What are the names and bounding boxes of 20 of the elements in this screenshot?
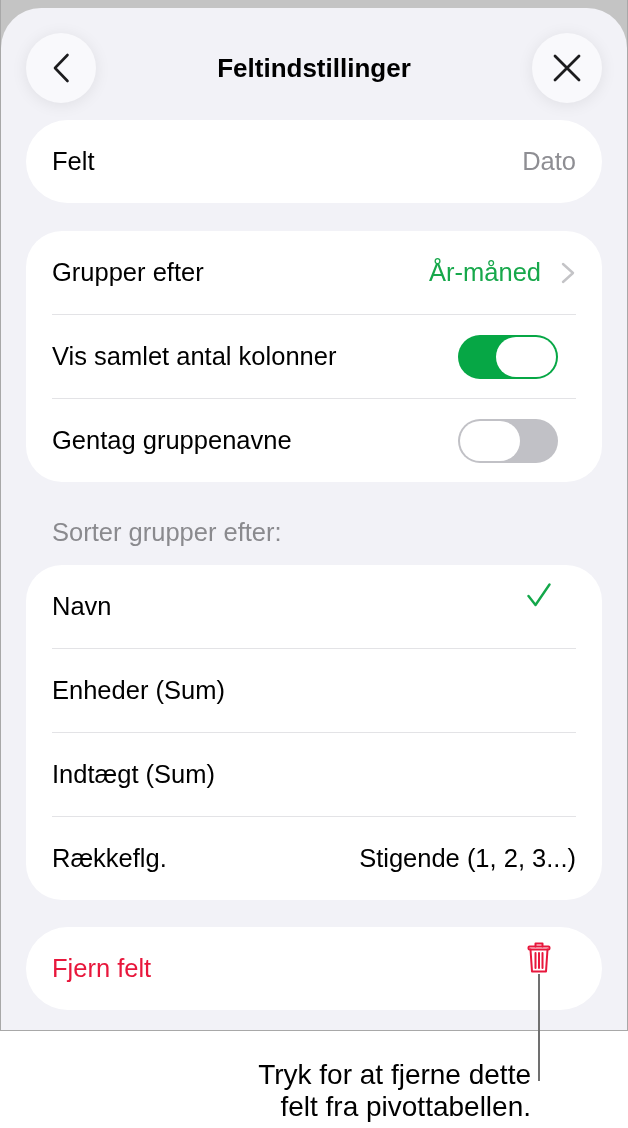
sheet-title: Feltindstillinger: [217, 52, 411, 84]
setting-label: Gentag gruppenavne: [52, 426, 292, 455]
sort-option[interactable]: Indtægt (Sum): [26, 733, 602, 816]
chevron-right-icon: [561, 261, 575, 284]
setting-label: Vis samlet antal kolonner: [52, 342, 337, 371]
setting-label: Grupper efter: [52, 258, 204, 287]
callout-text: Tryk for at fjerne dette felt fra pivottabellen.: [257, 1059, 531, 1123]
sort-order-label: Rækkeflg.: [52, 844, 167, 873]
sort-order-value[interactable]: Stigende (1, 2, 3...): [359, 844, 576, 873]
toggle-switch[interactable]: [458, 418, 558, 463]
field-value: Dato: [522, 147, 576, 176]
close-icon: [553, 54, 581, 82]
remove-field-button[interactable]: Fjern felt: [26, 927, 602, 1010]
trash-icon: [527, 942, 551, 973]
sort-option[interactable]: Navn: [26, 565, 602, 648]
toggle-switch[interactable]: [458, 334, 558, 379]
sort-option[interactable]: Enheder (Sum): [26, 649, 602, 732]
section-heading: Sorter grupper efter:: [51, 517, 283, 548]
field-label: Felt: [52, 147, 95, 176]
back-icon: [52, 53, 70, 83]
